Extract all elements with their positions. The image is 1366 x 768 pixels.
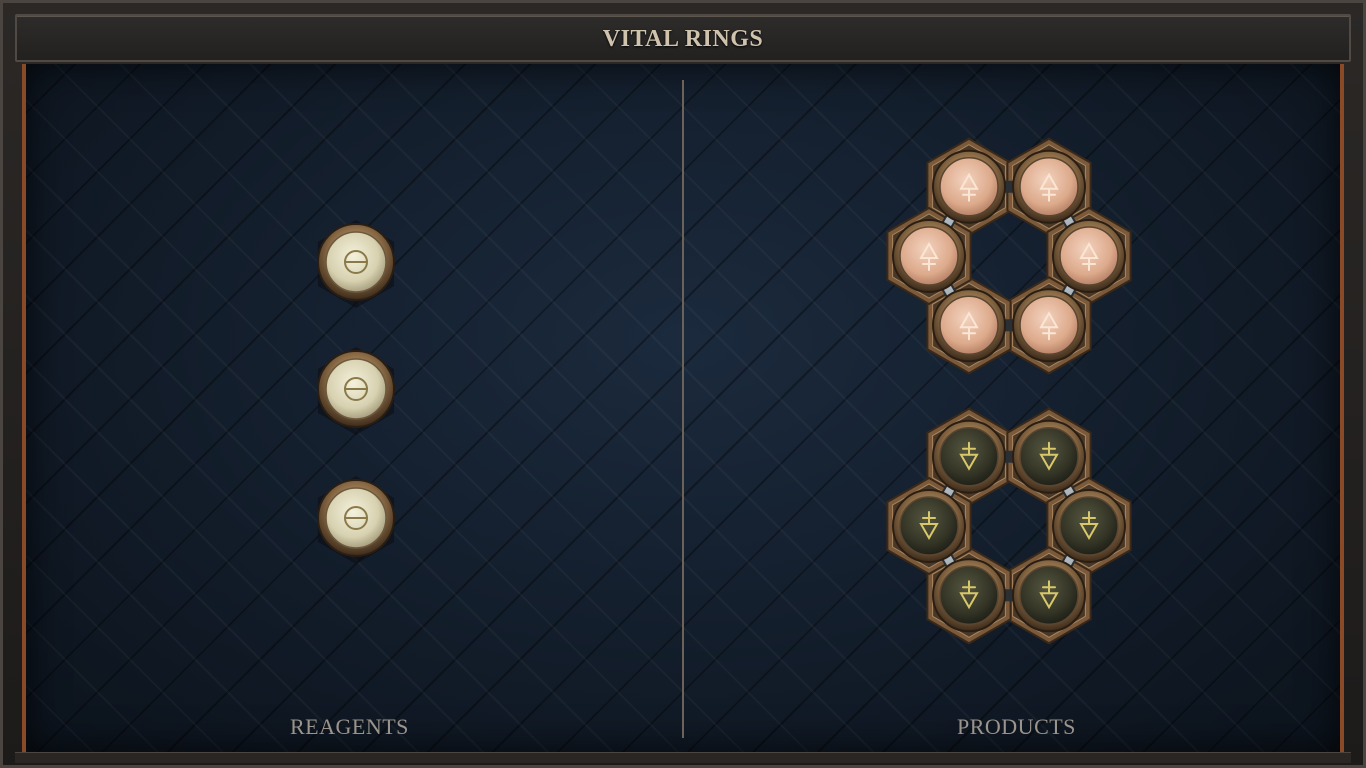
vitae-ring-atom xyxy=(1012,149,1086,224)
mors-ring-atom xyxy=(892,489,966,563)
products-label: PRODUCTS xyxy=(957,714,1076,739)
mors-ring-atom xyxy=(932,558,1006,633)
reagent-atom[interactable] xyxy=(317,347,395,435)
vitae-ring-atom xyxy=(1012,288,1086,363)
bottom-bar xyxy=(15,752,1351,763)
mors-ring-atom xyxy=(932,419,1006,494)
reagents-label: REAGENTS xyxy=(290,714,409,739)
reagent-atom[interactable] xyxy=(317,220,395,308)
mors-ring[interactable] xyxy=(886,407,1132,645)
vitae-ring-atom xyxy=(1052,219,1126,293)
reagent-area xyxy=(317,220,395,564)
reagent-atom[interactable] xyxy=(317,476,395,564)
vitae-ring-atom xyxy=(892,219,966,293)
vitae-ring[interactable] xyxy=(886,137,1132,375)
mors-ring-atom xyxy=(1052,489,1126,563)
product-area xyxy=(886,137,1132,645)
mors-ring-atom xyxy=(1012,558,1086,633)
vitae-ring-atom xyxy=(932,149,1006,224)
mors-ring-atom xyxy=(1012,419,1086,494)
molecule-layer xyxy=(317,137,1132,645)
vitae-ring-atom xyxy=(932,288,1006,363)
